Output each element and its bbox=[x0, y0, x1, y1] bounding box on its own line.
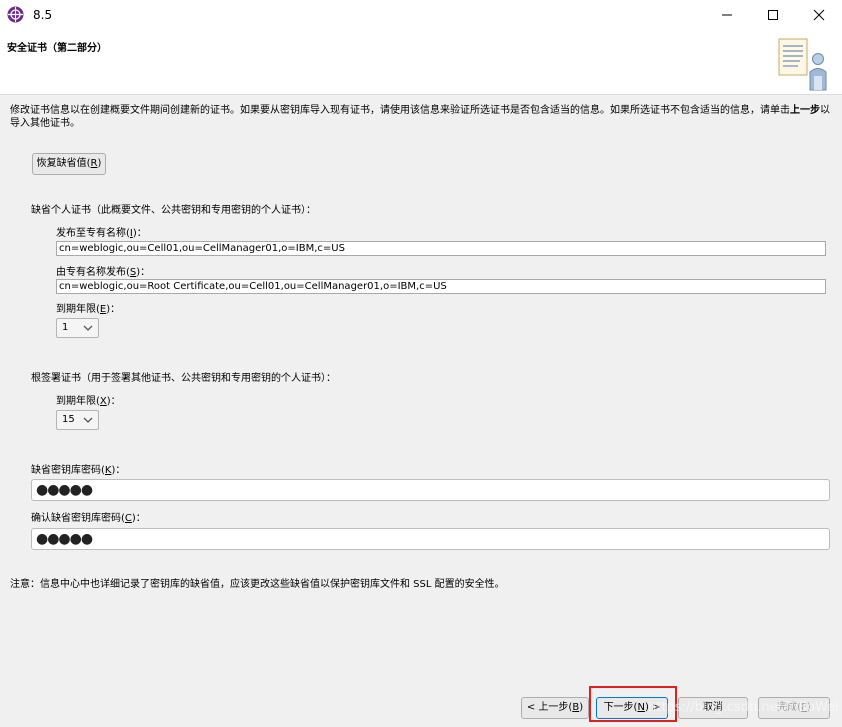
root-expiration-label: 到期年限(X)： bbox=[56, 396, 121, 407]
issued-to-input[interactable]: cn=weblogic,ou=Cell01,ou=CellManager01,o… bbox=[56, 241, 826, 256]
personal-expiration-value: 1 bbox=[62, 322, 69, 333]
description-text: 修改证书信息以在创建概要文件期间创建新的证书。如果要从密钥库导入现有证书，请使用… bbox=[10, 105, 830, 129]
confirm-password-input[interactable]: ●●●●● bbox=[31, 528, 830, 550]
watermark-text: https://blog.csdn.net/YiBoWei bbox=[648, 700, 839, 715]
note-text: 注意：信息中心中也详细记录了密钥库的缺省值，应该更改这些缺省值以保护密钥库文件和… bbox=[10, 579, 505, 590]
confirm-password-label: 确认缺省密钥库密码(C)： bbox=[31, 513, 146, 524]
root-expiration-select[interactable]: 15 bbox=[56, 410, 99, 430]
restore-defaults-button[interactable]: 恢复缺省值(R) bbox=[32, 153, 106, 175]
personal-cert-section-label: 缺省个人证书（此概要文件、公共密钥和专用密钥的个人证书）： bbox=[31, 205, 316, 216]
maximize-icon bbox=[768, 10, 778, 20]
root-expiration-value: 15 bbox=[62, 414, 75, 425]
personal-expiration-select[interactable]: 1 bbox=[56, 318, 99, 338]
wizard-document-user-icon bbox=[778, 38, 827, 91]
wizard-header: 安全证书（第二部分） bbox=[0, 30, 842, 95]
close-icon bbox=[813, 9, 825, 21]
back-button[interactable]: < 上一步(B) bbox=[521, 697, 589, 719]
maximize-button[interactable] bbox=[750, 0, 796, 30]
minimize-icon bbox=[722, 14, 732, 16]
page-title: 安全证书（第二部分） bbox=[7, 43, 107, 54]
keystore-password-input[interactable]: ●●●●● bbox=[31, 479, 830, 501]
window-title: 8.5 bbox=[33, 8, 53, 22]
title-bar: 8.5 bbox=[0, 0, 842, 30]
chevron-down-icon bbox=[83, 417, 93, 423]
issued-by-label: 由专有名称发布(S)： bbox=[56, 267, 151, 278]
issued-by-input[interactable]: cn=weblogic,ou=Root Certificate,ou=Cell0… bbox=[56, 279, 826, 294]
app-logo-icon bbox=[7, 6, 24, 23]
personal-expiration-label: 到期年限(E)： bbox=[56, 304, 121, 315]
minimize-button[interactable] bbox=[704, 0, 750, 30]
root-cert-section-label: 根签署证书（用于签署其他证书、公共密钥和专用密钥的个人证书）： bbox=[31, 373, 336, 384]
issued-to-label: 发布至专有名称(I)： bbox=[56, 228, 147, 239]
close-button[interactable] bbox=[796, 0, 842, 30]
keystore-password-label: 缺省密钥库密码(K)： bbox=[31, 465, 126, 476]
chevron-down-icon bbox=[83, 325, 93, 331]
